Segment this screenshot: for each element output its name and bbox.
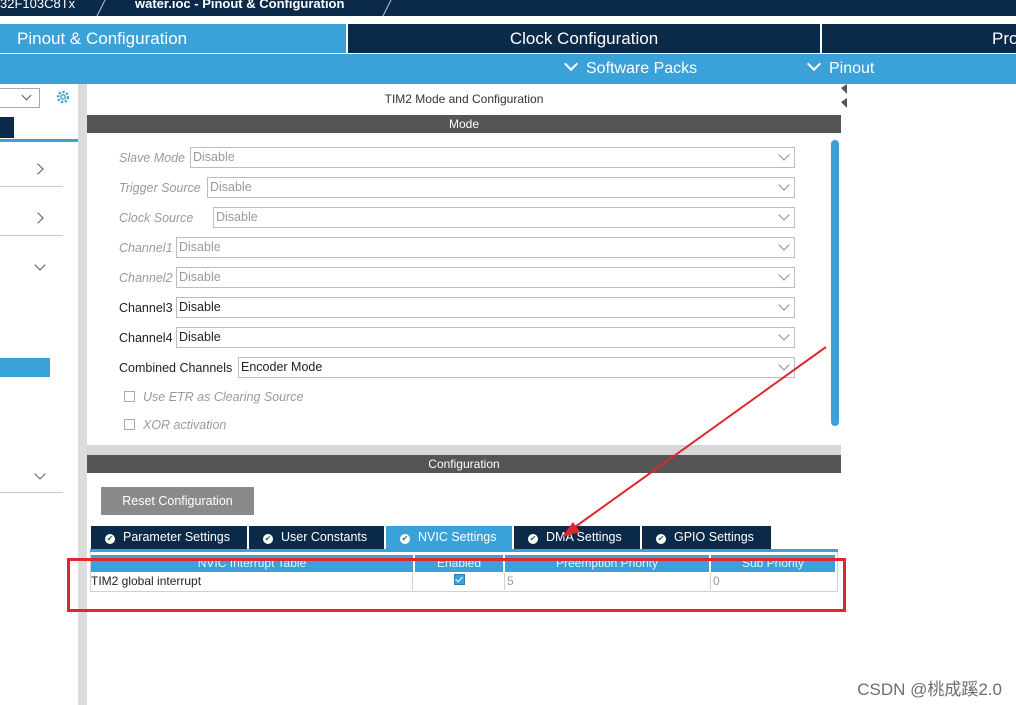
xor-activation-checkbox[interactable]: XOR activation	[124, 417, 226, 433]
chevron-down-icon	[778, 209, 790, 221]
chevron-down-icon	[778, 239, 790, 251]
use-etr-checkbox[interactable]: Use ETR as Clearing Source	[124, 389, 303, 405]
selected-indicator	[0, 117, 14, 138]
tab-project-manager[interactable]: Pro	[822, 24, 1016, 53]
panel-title: TIM2 Mode and Configuration	[384, 92, 544, 106]
chevron-down-icon	[778, 329, 790, 341]
clock-source-select[interactable]: Disable	[213, 207, 795, 228]
mode-section-header: Mode	[87, 115, 841, 133]
tab-gpio-settings[interactable]: ✔ GPIO Settings	[642, 526, 771, 549]
field-channel3: Channel3	[119, 301, 173, 315]
tab-dma-settings[interactable]: ✔ DMA Settings	[514, 526, 640, 549]
check-shield-icon: ✔	[263, 534, 273, 544]
section-divider	[87, 445, 841, 455]
chevron-down-icon	[778, 269, 790, 281]
breadcrumb-file[interactable]: water.ioc - Pinout & Configuration	[135, 0, 344, 11]
combined-channels-select[interactable]: Encoder Mode	[238, 357, 795, 378]
tab-nvic-settings[interactable]: ✔ NVIC Settings	[386, 526, 512, 549]
sub-toolbar: Software Packs Pinout	[0, 54, 1016, 84]
checkbox-box[interactable]	[124, 391, 135, 402]
watermark: CSDN @桃成蹊2.0	[857, 680, 1002, 699]
field-clock-source: Clock Source	[119, 211, 194, 225]
divider	[0, 186, 63, 187]
sidebar-item-selected[interactable]	[0, 358, 50, 377]
chevron-right-icon[interactable]	[32, 212, 44, 224]
pinout-menu[interactable]: Pinout	[806, 54, 874, 84]
chevron-down-icon	[563, 56, 579, 72]
category-dropdown[interactable]	[0, 88, 40, 108]
field-trigger-source: Trigger Source	[119, 181, 201, 195]
collapse-handle-icon[interactable]	[841, 84, 847, 124]
tab-parameter-settings[interactable]: ✔ Parameter Settings	[91, 526, 247, 549]
trigger-source-select[interactable]: Disable	[207, 177, 795, 198]
tab-clock-configuration[interactable]: Clock Configuration	[348, 24, 820, 53]
chevron-down-icon	[778, 359, 790, 371]
channel2-select[interactable]: Disable	[176, 267, 795, 288]
channel3-select[interactable]: Disable	[176, 297, 795, 318]
main-tabs: Pinout & Configuration Clock Configurati…	[0, 24, 1016, 53]
chevron-down-icon[interactable]	[34, 468, 46, 480]
tab-user-constants[interactable]: ✔ User Constants	[249, 526, 384, 549]
divider	[0, 492, 63, 493]
chevron-down-icon	[778, 149, 790, 161]
field-channel4: Channel4	[119, 331, 173, 345]
check-shield-icon: ✔	[105, 534, 115, 544]
field-combined-channels: Combined Channels	[119, 361, 233, 375]
breadcrumb: 32F103C8Tx water.ioc - Pinout & Configur…	[0, 0, 1016, 16]
channel1-select[interactable]: Disable	[176, 237, 795, 258]
reset-configuration-button[interactable]: Reset Configuration	[101, 487, 254, 515]
mode-scrollbar[interactable]	[831, 140, 839, 426]
chevron-right-icon[interactable]	[32, 163, 44, 175]
configuration-section-header: Configuration	[87, 455, 841, 473]
search-underline	[0, 139, 78, 142]
chevron-down-icon	[21, 90, 32, 101]
check-shield-icon: ✔	[528, 534, 538, 544]
chevron-down-icon	[778, 179, 790, 191]
chevron-down-icon	[806, 56, 822, 72]
chevron-down-icon[interactable]	[34, 259, 46, 271]
chevron-down-icon	[778, 299, 790, 311]
slave-mode-select[interactable]: Disable	[190, 147, 795, 168]
channel4-select[interactable]: Disable	[176, 327, 795, 348]
check-shield-icon: ✔	[400, 534, 410, 544]
check-shield-icon: ✔	[656, 534, 666, 544]
annotation-highlight-box	[67, 558, 846, 612]
tab-pinout-configuration[interactable]: Pinout & Configuration	[0, 24, 346, 53]
breadcrumb-separator-icon	[96, 0, 106, 16]
field-channel2: Channel2	[119, 271, 173, 285]
breadcrumb-device[interactable]: 32F103C8Tx	[0, 0, 75, 11]
breadcrumb-separator-icon	[382, 0, 392, 16]
field-slave-mode: Slave Mode	[119, 151, 186, 165]
divider	[0, 235, 63, 236]
gear-icon[interactable]	[55, 89, 71, 105]
software-packs-menu[interactable]: Software Packs	[563, 54, 697, 84]
field-channel1: Channel1	[119, 241, 173, 255]
checkbox-box[interactable]	[124, 419, 135, 430]
